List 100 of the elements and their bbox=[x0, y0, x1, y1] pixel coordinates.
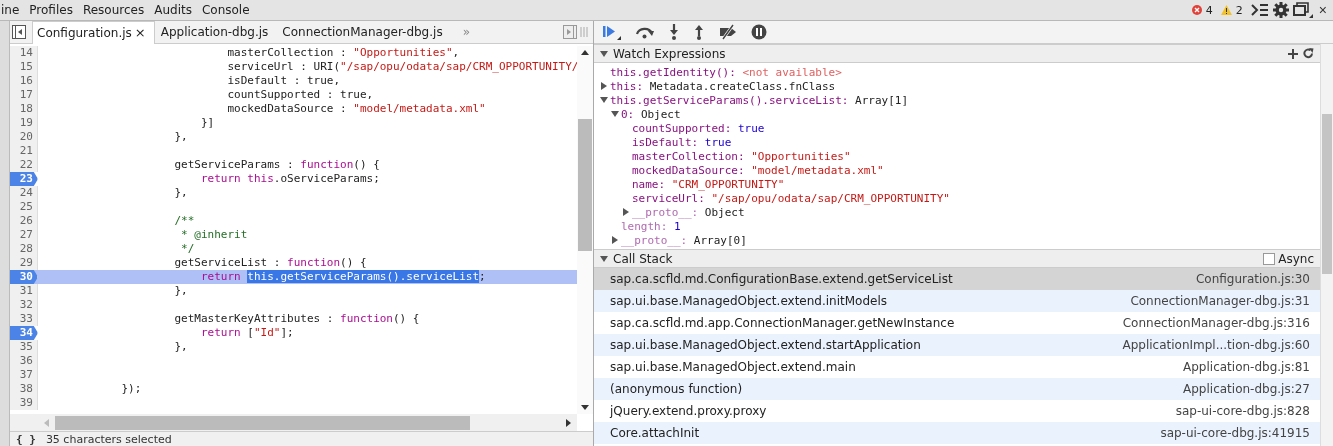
line-number[interactable]: 14 bbox=[10, 46, 38, 60]
watch-entry: name: "CRM_OPPORTUNITY" bbox=[632, 177, 785, 191]
code-text: countSupported : true, bbox=[226, 88, 374, 102]
line-number[interactable]: 25 bbox=[10, 200, 38, 214]
call-frame[interactable]: sap.ui.base.ManagedObject.extend.startApplication ApplicationImpl...tion-dbg.js:60 bbox=[594, 334, 1320, 356]
expanded-triangle-icon[interactable] bbox=[600, 49, 608, 58]
call-frame[interactable]: sap.ui.base.ManagedObject.extend.initModels ConnectionManager-dbg.js:31 bbox=[594, 290, 1320, 312]
collapsed-triangle-icon[interactable] bbox=[600, 82, 608, 90]
line-number[interactable]: 21 bbox=[10, 144, 38, 158]
file-tab[interactable]: ConnectionManager-dbg.js bbox=[278, 21, 451, 43]
call-frame[interactable]: Core.attachInit sap-ui-core-dbg.js:41915 bbox=[594, 422, 1320, 444]
deactivate-breakpoints-icon[interactable] bbox=[718, 24, 738, 40]
watch-entry: this.getIdentity(): <not available> bbox=[610, 65, 842, 79]
panel-tab[interactable]: Audits bbox=[149, 0, 197, 20]
source-location: Configuration.js:30 bbox=[1195, 272, 1310, 286]
error-count: 4 bbox=[1205, 3, 1213, 17]
file-tab[interactable]: Application-dbg.js bbox=[156, 21, 277, 43]
collapsed-triangle-icon[interactable] bbox=[611, 236, 619, 244]
line-number[interactable]: 32 bbox=[10, 298, 38, 312]
breakpoint-marker[interactable]: 30 bbox=[10, 270, 38, 284]
line-number[interactable]: 20 bbox=[10, 130, 38, 144]
console-drawer-icon[interactable] bbox=[1250, 3, 1269, 17]
more-tabs-button[interactable]: » bbox=[462, 25, 470, 39]
line-number[interactable]: 28 bbox=[10, 242, 38, 256]
scrollbar-thumb[interactable] bbox=[55, 415, 470, 430]
line-number[interactable]: 15 bbox=[10, 60, 38, 74]
grip-icon[interactable] bbox=[579, 25, 589, 39]
scrollbar-thumb[interactable] bbox=[1322, 114, 1332, 274]
step-into-icon[interactable] bbox=[668, 24, 680, 40]
error-icon bbox=[1191, 5, 1202, 15]
scrollbar-thumb[interactable] bbox=[578, 119, 592, 251]
resume-icon[interactable] bbox=[602, 24, 622, 40]
file-tab-label: ConnectionManager-dbg.js bbox=[282, 25, 443, 39]
code-text: getMasterKeyAttributes : function() { bbox=[173, 312, 420, 326]
step-out-icon[interactable] bbox=[693, 24, 705, 40]
file-tab[interactable]: Configuration.js × bbox=[32, 20, 155, 44]
panel-tab[interactable]: ine bbox=[0, 0, 25, 20]
pretty-print-button[interactable]: { } bbox=[16, 432, 36, 446]
code-text: getServiceParams : function() { bbox=[173, 158, 380, 172]
source-location: ConnectionManager-dbg.js:316 bbox=[1122, 316, 1310, 330]
watch-entry: isDefault: true bbox=[632, 135, 732, 149]
line-number[interactable]: 33 bbox=[10, 312, 38, 326]
code-text: mockedDataSource : "model/metadata.xml" bbox=[226, 102, 486, 116]
line-number[interactable]: 36 bbox=[10, 354, 38, 368]
step-over-icon[interactable] bbox=[635, 25, 655, 39]
call-frame[interactable]: (anonymous function) Application-dbg.js:27 bbox=[594, 378, 1320, 400]
watch-entry: masterCollection: "Opportunities" bbox=[632, 149, 851, 163]
line-number[interactable]: 35 bbox=[10, 340, 38, 354]
panel-tab[interactable]: Console bbox=[196, 0, 255, 20]
debugger-toggle-icon[interactable] bbox=[563, 25, 577, 39]
line-number[interactable]: 38 bbox=[10, 382, 38, 396]
close-button[interactable]: × bbox=[1316, 2, 1329, 18]
function-name: sap.ui.base.ManagedObject.extend.initModels bbox=[610, 294, 888, 308]
line-number[interactable]: 16 bbox=[10, 74, 38, 88]
code-text: }, bbox=[173, 340, 188, 354]
navigator-toggle-icon[interactable] bbox=[12, 25, 26, 39]
breakpoint-marker[interactable]: 34 bbox=[10, 326, 38, 340]
dock-icon[interactable] bbox=[1292, 2, 1313, 18]
horizontal-scrollbar[interactable] bbox=[38, 414, 577, 431]
panel-tab[interactable]: Resources bbox=[77, 0, 150, 20]
scroll-right-icon[interactable] bbox=[566, 418, 571, 427]
code-text: }); bbox=[120, 382, 142, 396]
line-number[interactable]: 18 bbox=[10, 102, 38, 116]
function-name: Core.attachInit bbox=[610, 426, 700, 440]
source-location: ConnectionManager-dbg.js:31 bbox=[1130, 294, 1310, 308]
warning-icon bbox=[1220, 5, 1232, 15]
code-text: /** bbox=[173, 214, 195, 228]
line-number[interactable]: 26 bbox=[10, 214, 38, 228]
line-number[interactable]: 37 bbox=[10, 368, 38, 382]
watch-entry: countSupported: true bbox=[632, 121, 765, 135]
async-checkbox[interactable] bbox=[1263, 252, 1276, 265]
line-number[interactable]: 24 bbox=[10, 186, 38, 200]
section-header[interactable]: Call Stack Async bbox=[594, 249, 1320, 268]
pause-on-exceptions-icon[interactable] bbox=[751, 24, 767, 40]
file-tab-label: Application-dbg.js bbox=[160, 25, 269, 39]
watch-entry: mockedDataSource: "model/metadata.xml" bbox=[632, 163, 884, 177]
line-number[interactable]: 39 bbox=[10, 396, 38, 410]
code-text: * @inherit bbox=[180, 228, 248, 242]
watch-entry: __proto__: Array[0] bbox=[621, 233, 747, 247]
call-frame[interactable]: sap.ca.scfld.md.ConfigurationBase.extend.getServiceList Configuration.js:30 bbox=[594, 268, 1320, 290]
vertical-scrollbar[interactable] bbox=[1320, 44, 1333, 446]
collapsed-triangle-icon[interactable] bbox=[622, 208, 630, 216]
scroll-down-icon[interactable] bbox=[581, 405, 589, 410]
scroll-up-icon[interactable] bbox=[581, 50, 589, 55]
settings-icon[interactable] bbox=[1272, 2, 1289, 18]
refresh-icon[interactable] bbox=[1303, 48, 1314, 59]
line-number[interactable]: 19 bbox=[10, 116, 38, 130]
line-number[interactable]: 17 bbox=[10, 88, 38, 102]
line-number[interactable]: 31 bbox=[10, 284, 38, 298]
line-number[interactable]: 29 bbox=[10, 256, 38, 270]
line-number[interactable]: 22 bbox=[10, 158, 38, 172]
expanded-triangle-icon[interactable] bbox=[600, 254, 608, 263]
panel-tab[interactable]: Profiles bbox=[24, 0, 78, 20]
line-number[interactable]: 27 bbox=[10, 228, 38, 242]
add-icon[interactable] bbox=[1288, 48, 1298, 59]
vertical-scrollbar[interactable] bbox=[577, 46, 593, 414]
breakpoint-marker[interactable]: 23 bbox=[10, 172, 38, 186]
close-tab-button[interactable]: × bbox=[134, 25, 146, 40]
section-header[interactable]: Watch Expressions bbox=[594, 44, 1320, 63]
watch-entry: 0: Object bbox=[621, 107, 681, 121]
